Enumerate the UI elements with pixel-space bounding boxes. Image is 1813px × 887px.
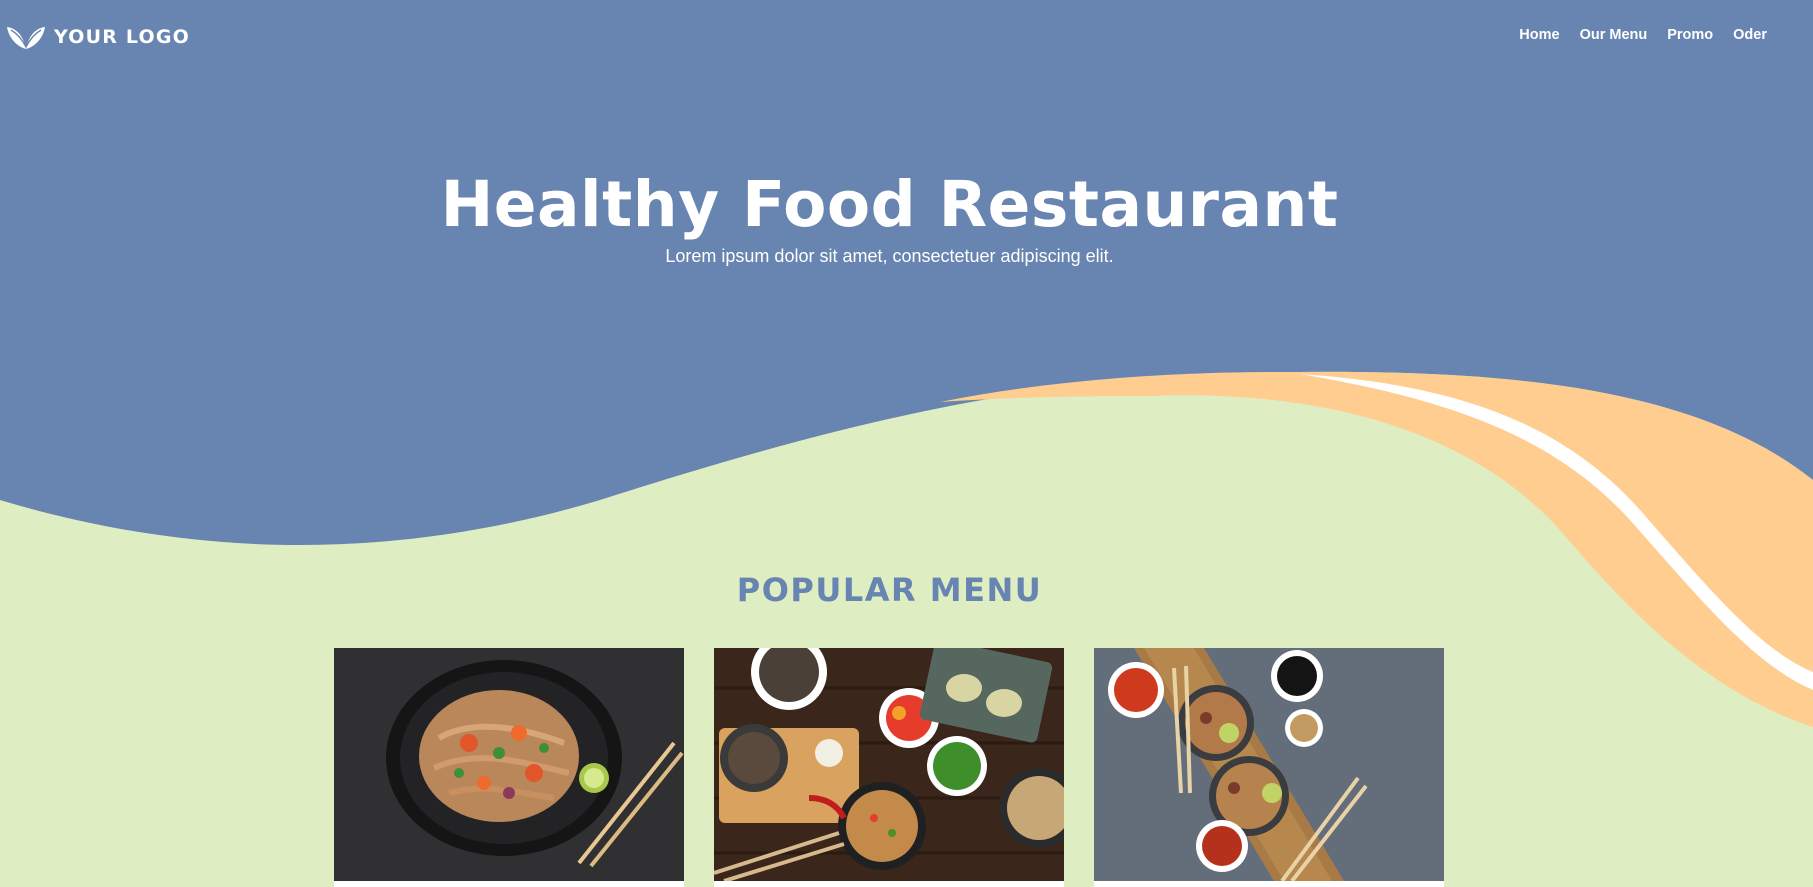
menu-card-3[interactable]	[1094, 648, 1444, 887]
logo-text: YOUR LOGO	[54, 26, 191, 48]
hero-subtitle: Lorem ipsum dolor sit amet, consectetuer…	[665, 246, 1114, 266]
hero-title: Healthy Food Restaurant	[440, 168, 1339, 241]
nav-our-menu[interactable]: Our Menu	[1580, 27, 1648, 43]
top-navigation-bar: YOUR LOGO Home Our Menu Promo Oder	[0, 0, 1813, 75]
assorted-dishes-image	[714, 648, 1064, 881]
noodle-plate-image	[334, 648, 684, 881]
nav-home[interactable]: Home	[1519, 27, 1559, 43]
leaf-icon	[7, 27, 45, 49]
menu-card-2[interactable]	[714, 648, 1064, 887]
nav-order[interactable]: Oder	[1733, 27, 1767, 43]
menu-card-1[interactable]	[334, 648, 684, 887]
main-nav: Home Our Menu Promo Oder	[1519, 27, 1767, 43]
bowls-on-mat-image	[1094, 648, 1444, 881]
brand-logo[interactable]: YOUR LOGO	[6, 23, 190, 51]
nav-promo[interactable]: Promo	[1667, 27, 1713, 43]
popular-menu-title: POPULAR MENU	[736, 571, 1043, 609]
